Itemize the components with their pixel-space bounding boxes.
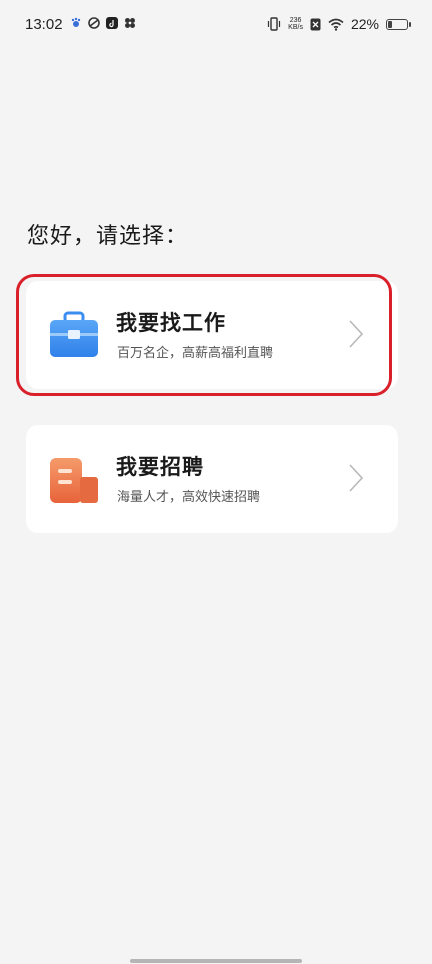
home-indicator[interactable] — [130, 959, 302, 963]
find-job-title: 我要找工作 — [116, 311, 226, 335]
greeting-heading: 您好，请选择： — [27, 224, 189, 249]
chevron-right-icon — [349, 464, 364, 492]
briefcase-icon — [50, 311, 98, 357]
baidu-icon — [71, 17, 81, 27]
battery-level — [388, 20, 392, 28]
network-speed-unit: KB/s — [288, 24, 303, 31]
app-swirl-icon — [88, 17, 100, 29]
system-status: 236 KB/s 22% — [267, 16, 411, 32]
recruit-title: 我要招聘 — [116, 455, 204, 479]
wifi-icon — [328, 18, 344, 31]
network-speed: 236 KB/s — [288, 17, 303, 31]
network-speed-value: 236 — [289, 17, 302, 24]
building-icon — [50, 458, 98, 503]
status-time: 13:02 — [25, 16, 63, 33]
recruit-option[interactable]: 我要招聘 海量人才，高效快速招聘 — [26, 425, 398, 533]
recruit-subtitle: 海量人才，高效快速招聘 — [117, 490, 261, 505]
status-bar: 13:02 236 KB/s 22% — [0, 0, 432, 50]
chevron-right-icon — [349, 320, 364, 348]
sim-off-icon — [310, 18, 321, 30]
find-job-subtitle: 百万名企，高薪高福利直聘 — [117, 346, 274, 361]
find-job-option[interactable]: 我要找工作 百万名企，高薪高福利直聘 — [26, 281, 398, 389]
vibrate-icon — [268, 17, 281, 31]
fan-icon — [125, 18, 135, 28]
battery-icon — [386, 18, 411, 30]
notification-icons — [70, 17, 136, 29]
tiktok-icon — [106, 17, 118, 29]
battery-percent: 22% — [350, 16, 379, 32]
